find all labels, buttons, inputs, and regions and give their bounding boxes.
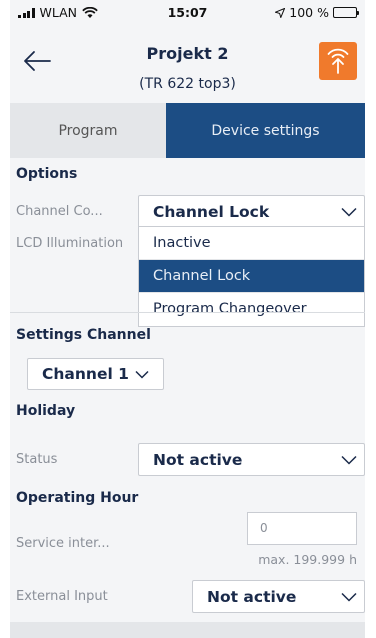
channel-control-value: Channel Lock — [153, 202, 270, 221]
chevron-down-icon — [334, 444, 364, 475]
battery-charging-icon — [333, 7, 359, 18]
divider — [10, 312, 365, 313]
status-bar: WLAN 15:07 100 % — [10, 0, 365, 24]
battery-percent: 100 % — [289, 5, 329, 20]
lcd-illumination-label: LCD Illumination — [16, 236, 124, 251]
page-title: Projekt 2 — [146, 44, 229, 63]
tab-program[interactable]: Program — [10, 103, 166, 158]
external-input-select[interactable]: Not active — [192, 580, 365, 613]
page-subtitle: (TR 622 top3) — [139, 76, 236, 92]
back-arrow-icon[interactable] — [20, 44, 54, 78]
channel-value: Channel 1 — [42, 365, 129, 383]
service-interval-hint: max. 199.999 h — [258, 552, 357, 567]
holiday-status-value: Not active — [153, 450, 243, 469]
service-interval-label: Service inter... — [16, 536, 110, 551]
chevron-down-icon — [334, 196, 364, 227]
chevron-down-icon — [135, 370, 149, 379]
tab-device-settings[interactable]: Device settings — [166, 103, 365, 158]
transfer-upload-icon — [327, 48, 349, 74]
location-arrow-icon — [275, 7, 286, 18]
holiday-status-label: Status — [16, 452, 58, 467]
chevron-down-icon — [334, 581, 364, 612]
channel-control-label: Channel Co... — [16, 204, 103, 219]
holiday-heading: Holiday — [16, 403, 76, 419]
app-header: Projekt 2 (TR 622 top3) — [10, 24, 365, 103]
upload-button[interactable] — [319, 42, 357, 80]
channel-select[interactable]: Channel 1 — [27, 358, 164, 390]
external-input-value: Not active — [207, 587, 297, 606]
dropdown-option-program-changeover[interactable]: Program Changeover — [139, 293, 364, 326]
options-heading: Options — [16, 166, 78, 182]
settings-channel-heading: Settings Channel — [16, 327, 151, 343]
dropdown-option-channel-lock[interactable]: Channel Lock — [139, 260, 364, 293]
external-input-label: External Input — [16, 589, 108, 604]
tab-bar: Program Device settings — [10, 103, 365, 158]
dropdown-option-inactive[interactable]: Inactive — [139, 227, 364, 260]
app-screen: WLAN 15:07 100 % Projekt 2 (TR 622 top3) — [10, 0, 365, 638]
bottom-bar — [10, 622, 365, 638]
holiday-status-select[interactable]: Not active — [138, 443, 365, 476]
service-interval-input[interactable]: 0 — [247, 512, 357, 545]
channel-control-select[interactable]: Channel Lock — [138, 195, 365, 228]
operating-hour-heading: Operating Hour — [16, 490, 139, 506]
